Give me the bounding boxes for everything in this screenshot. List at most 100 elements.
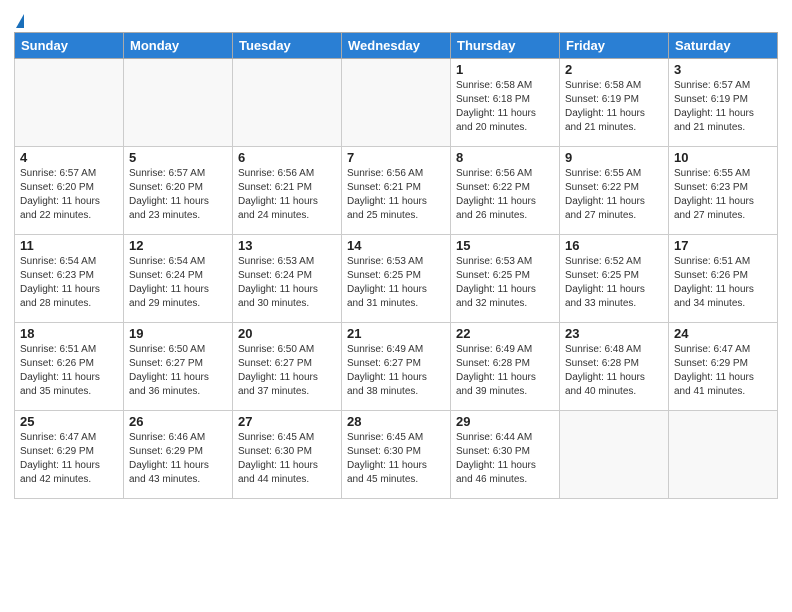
calendar-cell xyxy=(342,59,451,147)
day-info: Sunrise: 6:45 AM Sunset: 6:30 PM Dayligh… xyxy=(238,431,336,487)
calendar-cell: 8 Sunrise: 6:56 AM Sunset: 6:22 PM Daylig… xyxy=(451,147,560,235)
header-area xyxy=(14,10,778,28)
calendar-cell xyxy=(15,59,124,147)
calendar-cell: 27 Sunrise: 6:45 AM Sunset: 6:30 PM Dayli… xyxy=(233,411,342,499)
day-number: 25 xyxy=(20,414,118,429)
day-info: Sunrise: 6:47 AM Sunset: 6:29 PM Dayligh… xyxy=(674,343,772,399)
day-number: 1 xyxy=(456,62,554,77)
calendar-cell: 6 Sunrise: 6:56 AM Sunset: 6:21 PM Daylig… xyxy=(233,147,342,235)
day-info: Sunrise: 6:55 AM Sunset: 6:22 PM Dayligh… xyxy=(565,167,663,223)
calendar-cell xyxy=(560,411,669,499)
day-info: Sunrise: 6:51 AM Sunset: 6:26 PM Dayligh… xyxy=(20,343,118,399)
day-number: 17 xyxy=(674,238,772,253)
day-number: 7 xyxy=(347,150,445,165)
day-number: 2 xyxy=(565,62,663,77)
day-number: 12 xyxy=(129,238,227,253)
day-number: 8 xyxy=(456,150,554,165)
calendar-cell: 7 Sunrise: 6:56 AM Sunset: 6:21 PM Daylig… xyxy=(342,147,451,235)
calendar-week-4: 18 Sunrise: 6:51 AM Sunset: 6:26 PM Dayli… xyxy=(15,323,778,411)
day-info: Sunrise: 6:57 AM Sunset: 6:19 PM Dayligh… xyxy=(674,79,772,135)
day-info: Sunrise: 6:49 AM Sunset: 6:27 PM Dayligh… xyxy=(347,343,445,399)
day-info: Sunrise: 6:46 AM Sunset: 6:29 PM Dayligh… xyxy=(129,431,227,487)
day-number: 11 xyxy=(20,238,118,253)
calendar-cell: 21 Sunrise: 6:49 AM Sunset: 6:27 PM Dayli… xyxy=(342,323,451,411)
calendar-cell: 13 Sunrise: 6:53 AM Sunset: 6:24 PM Dayli… xyxy=(233,235,342,323)
calendar-cell: 25 Sunrise: 6:47 AM Sunset: 6:29 PM Dayli… xyxy=(15,411,124,499)
calendar-cell: 28 Sunrise: 6:45 AM Sunset: 6:30 PM Dayli… xyxy=(342,411,451,499)
calendar-cell: 12 Sunrise: 6:54 AM Sunset: 6:24 PM Dayli… xyxy=(124,235,233,323)
day-info: Sunrise: 6:58 AM Sunset: 6:19 PM Dayligh… xyxy=(565,79,663,135)
calendar-header-sunday: Sunday xyxy=(15,33,124,59)
calendar-header-friday: Friday xyxy=(560,33,669,59)
calendar-header-wednesday: Wednesday xyxy=(342,33,451,59)
day-number: 15 xyxy=(456,238,554,253)
day-number: 19 xyxy=(129,326,227,341)
calendar-cell xyxy=(124,59,233,147)
calendar-header-thursday: Thursday xyxy=(451,33,560,59)
day-info: Sunrise: 6:57 AM Sunset: 6:20 PM Dayligh… xyxy=(20,167,118,223)
day-number: 18 xyxy=(20,326,118,341)
calendar-header-row: SundayMondayTuesdayWednesdayThursdayFrid… xyxy=(15,33,778,59)
day-info: Sunrise: 6:48 AM Sunset: 6:28 PM Dayligh… xyxy=(565,343,663,399)
day-number: 14 xyxy=(347,238,445,253)
day-number: 29 xyxy=(456,414,554,429)
calendar-cell: 23Sunrise: 6:48 AM Sunset: 6:28 PM Dayli… xyxy=(560,323,669,411)
logo-triangle-icon xyxy=(16,14,24,28)
calendar-cell: 10 Sunrise: 6:55 AM Sunset: 6:23 PM Dayli… xyxy=(669,147,778,235)
calendar-cell: 9 Sunrise: 6:55 AM Sunset: 6:22 PM Daylig… xyxy=(560,147,669,235)
day-info: Sunrise: 6:56 AM Sunset: 6:22 PM Dayligh… xyxy=(456,167,554,223)
day-number: 21 xyxy=(347,326,445,341)
day-info: Sunrise: 6:56 AM Sunset: 6:21 PM Dayligh… xyxy=(238,167,336,223)
calendar-cell: 1 Sunrise: 6:58 AM Sunset: 6:18 PM Daylig… xyxy=(451,59,560,147)
calendar-week-3: 11 Sunrise: 6:54 AM Sunset: 6:23 PM Dayli… xyxy=(15,235,778,323)
day-info: Sunrise: 6:51 AM Sunset: 6:26 PM Dayligh… xyxy=(674,255,772,311)
day-info: Sunrise: 6:50 AM Sunset: 6:27 PM Dayligh… xyxy=(238,343,336,399)
day-info: Sunrise: 6:44 AM Sunset: 6:30 PM Dayligh… xyxy=(456,431,554,487)
day-info: Sunrise: 6:53 AM Sunset: 6:24 PM Dayligh… xyxy=(238,255,336,311)
day-number: 10 xyxy=(674,150,772,165)
day-info: Sunrise: 6:54 AM Sunset: 6:23 PM Dayligh… xyxy=(20,255,118,311)
logo xyxy=(14,14,24,28)
calendar-header-saturday: Saturday xyxy=(669,33,778,59)
calendar-header-tuesday: Tuesday xyxy=(233,33,342,59)
calendar-cell: 5 Sunrise: 6:57 AM Sunset: 6:20 PM Daylig… xyxy=(124,147,233,235)
page-container: SundayMondayTuesdayWednesdayThursdayFrid… xyxy=(0,0,792,505)
calendar-cell: 18 Sunrise: 6:51 AM Sunset: 6:26 PM Dayli… xyxy=(15,323,124,411)
calendar-cell: 4Sunrise: 6:57 AM Sunset: 6:20 PM Daylig… xyxy=(15,147,124,235)
day-info: Sunrise: 6:53 AM Sunset: 6:25 PM Dayligh… xyxy=(347,255,445,311)
day-number: 5 xyxy=(129,150,227,165)
day-info: Sunrise: 6:57 AM Sunset: 6:20 PM Dayligh… xyxy=(129,167,227,223)
day-number: 28 xyxy=(347,414,445,429)
day-number: 26 xyxy=(129,414,227,429)
day-info: Sunrise: 6:50 AM Sunset: 6:27 PM Dayligh… xyxy=(129,343,227,399)
day-number: 6 xyxy=(238,150,336,165)
calendar-cell xyxy=(669,411,778,499)
calendar-cell: 20Sunrise: 6:50 AM Sunset: 6:27 PM Dayli… xyxy=(233,323,342,411)
calendar-cell: 19 Sunrise: 6:50 AM Sunset: 6:27 PM Dayli… xyxy=(124,323,233,411)
calendar-cell: 3Sunrise: 6:57 AM Sunset: 6:19 PM Daylig… xyxy=(669,59,778,147)
day-number: 13 xyxy=(238,238,336,253)
day-number: 27 xyxy=(238,414,336,429)
calendar-cell: 15 Sunrise: 6:53 AM Sunset: 6:25 PM Dayli… xyxy=(451,235,560,323)
calendar-cell: 26 Sunrise: 6:46 AM Sunset: 6:29 PM Dayli… xyxy=(124,411,233,499)
day-number: 24 xyxy=(674,326,772,341)
day-info: Sunrise: 6:47 AM Sunset: 6:29 PM Dayligh… xyxy=(20,431,118,487)
day-info: Sunrise: 6:56 AM Sunset: 6:21 PM Dayligh… xyxy=(347,167,445,223)
day-info: Sunrise: 6:58 AM Sunset: 6:18 PM Dayligh… xyxy=(456,79,554,135)
calendar-cell: 22 Sunrise: 6:49 AM Sunset: 6:28 PM Dayli… xyxy=(451,323,560,411)
calendar-cell xyxy=(233,59,342,147)
day-info: Sunrise: 6:54 AM Sunset: 6:24 PM Dayligh… xyxy=(129,255,227,311)
day-info: Sunrise: 6:55 AM Sunset: 6:23 PM Dayligh… xyxy=(674,167,772,223)
calendar-cell: 14 Sunrise: 6:53 AM Sunset: 6:25 PM Dayli… xyxy=(342,235,451,323)
day-number: 9 xyxy=(565,150,663,165)
day-info: Sunrise: 6:52 AM Sunset: 6:25 PM Dayligh… xyxy=(565,255,663,311)
calendar-cell: 11 Sunrise: 6:54 AM Sunset: 6:23 PM Dayli… xyxy=(15,235,124,323)
calendar-cell: 29 Sunrise: 6:44 AM Sunset: 6:30 PM Dayli… xyxy=(451,411,560,499)
calendar-cell: 16Sunrise: 6:52 AM Sunset: 6:25 PM Dayli… xyxy=(560,235,669,323)
calendar-week-2: 4Sunrise: 6:57 AM Sunset: 6:20 PM Daylig… xyxy=(15,147,778,235)
day-info: Sunrise: 6:49 AM Sunset: 6:28 PM Dayligh… xyxy=(456,343,554,399)
day-info: Sunrise: 6:53 AM Sunset: 6:25 PM Dayligh… xyxy=(456,255,554,311)
day-info: Sunrise: 6:45 AM Sunset: 6:30 PM Dayligh… xyxy=(347,431,445,487)
day-number: 22 xyxy=(456,326,554,341)
calendar-cell: 17 Sunrise: 6:51 AM Sunset: 6:26 PM Dayli… xyxy=(669,235,778,323)
